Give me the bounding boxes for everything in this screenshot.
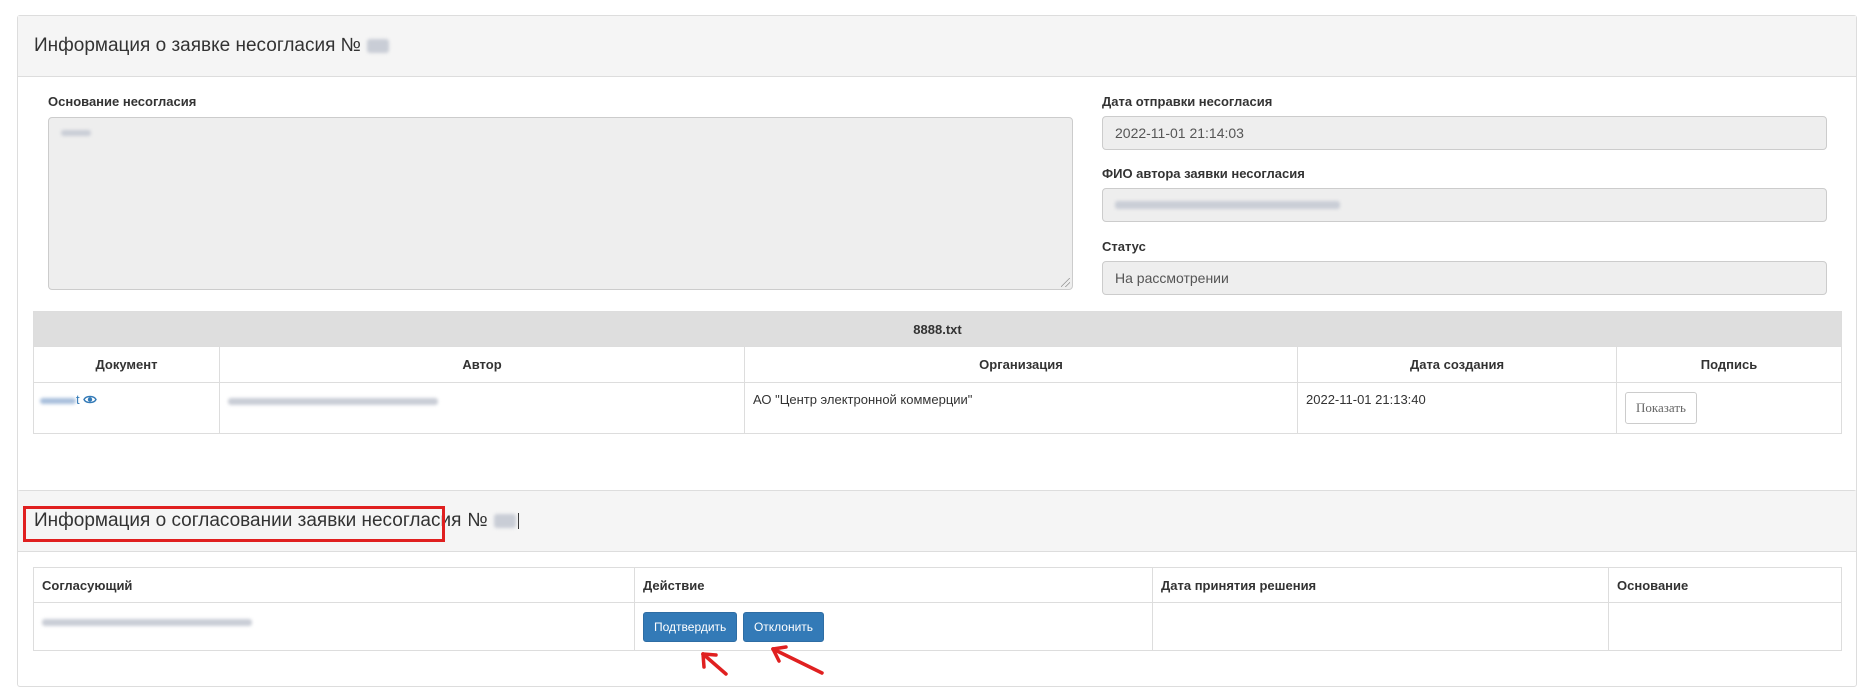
files-table: 8888.txt Документ Автор Организация Дата… <box>33 311 1842 434</box>
approval-table-header-row: Согласующий Действие Дата принятия решен… <box>33 567 1842 603</box>
sent-date-label: Дата отправки несогласия <box>1102 94 1273 109</box>
organization-cell: АО "Центр электронной коммерции" <box>744 382 1298 434</box>
basis-cell <box>1608 602 1842 651</box>
column-header-created: Дата создания <box>1297 346 1617 383</box>
show-signature-button[interactable]: Показать <box>1625 392 1697 424</box>
disagreement-panel-heading: Информация о заявке несогласия № <box>18 16 1856 77</box>
action-cell: Подтвердить Отклонить <box>634 602 1153 651</box>
column-header-signature: Подпись <box>1616 346 1842 383</box>
signature-cell: Показать <box>1616 382 1842 434</box>
redacted-approval-number <box>493 514 516 528</box>
document-name-suffix: t <box>76 392 80 407</box>
author-field <box>1102 188 1827 222</box>
document-link[interactable]: t <box>40 392 83 407</box>
column-header-action: Действие <box>634 567 1153 603</box>
redacted-author-name <box>1115 201 1340 209</box>
table-row: t АО "Центр электронной коммерции" 2022-… <box>33 382 1842 434</box>
column-header-approver: Согласующий <box>33 567 635 603</box>
document-cell: t <box>33 382 220 434</box>
status-field: На рассмотрении <box>1102 261 1827 295</box>
disagreement-panel-title: Информация о заявке несогласия № <box>34 35 362 56</box>
status-value: На рассмотрении <box>1115 270 1229 286</box>
reject-button[interactable]: Отклонить <box>742 611 825 642</box>
approval-table: Согласующий Действие Дата принятия решен… <box>33 567 1842 651</box>
redacted-document-name <box>40 397 76 404</box>
created-date-cell: 2022-11-01 21:13:40 <box>1297 382 1617 434</box>
confirm-button[interactable]: Подтвердить <box>643 611 738 642</box>
file-name-caption: 8888.txt <box>33 311 1842 347</box>
approver-cell <box>33 602 635 651</box>
author-label: ФИО автора заявки несогласия <box>1102 166 1305 181</box>
approval-panel-heading: Информация о согласовании заявки несогла… <box>18 491 1856 552</box>
approval-panel-title: Информация о согласовании заявки несогла… <box>34 510 462 531</box>
eye-icon[interactable] <box>83 394 98 405</box>
reason-textarea[interactable] <box>48 117 1073 290</box>
column-header-author: Автор <box>219 346 745 383</box>
column-header-decision-date: Дата принятия решения <box>1152 567 1609 603</box>
decision-date-cell <box>1152 602 1609 651</box>
page: Информация о заявке несогласия № Основан… <box>0 0 1873 690</box>
resize-grip-icon[interactable] <box>1061 278 1070 287</box>
column-header-organization: Организация <box>744 346 1298 383</box>
redacted-approver-name <box>42 619 252 627</box>
sent-date-value: 2022-11-01 21:14:03 <box>1115 125 1244 141</box>
column-header-basis: Основание <box>1608 567 1842 603</box>
text-cursor <box>517 513 519 529</box>
sent-date-field: 2022-11-01 21:14:03 <box>1102 116 1827 150</box>
redacted-file-author <box>228 398 438 406</box>
redacted-reason-text <box>61 130 91 136</box>
column-header-document: Документ <box>33 346 220 383</box>
table-row: Подтвердить Отклонить <box>33 602 1842 651</box>
approval-number-sign: № <box>467 510 488 531</box>
files-table-caption-row: 8888.txt <box>33 311 1842 347</box>
reason-label: Основание несогласия <box>48 94 197 109</box>
author-cell <box>219 382 745 434</box>
redacted-request-number <box>367 39 390 53</box>
files-table-header-row: Документ Автор Организация Дата создания… <box>33 346 1842 383</box>
status-label: Статус <box>1102 239 1146 254</box>
